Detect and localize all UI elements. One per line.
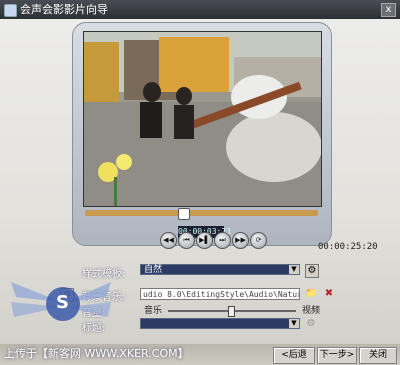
folder-open-icon[interactable]: 📁 — [305, 288, 317, 300]
video-frame-image — [84, 32, 321, 206]
template-select[interactable]: 自然 ▼ — [140, 264, 300, 275]
total-duration: 00:00:25:20 — [318, 242, 378, 252]
app-icon — [4, 4, 17, 17]
rewind-button[interactable]: ◀◀ — [160, 232, 177, 249]
watermark-logo: S — [6, 262, 116, 344]
fast-forward-button[interactable]: ▶▶ — [232, 232, 249, 249]
title-select[interactable]: ▼ — [140, 318, 300, 329]
template-value: 自然 — [144, 265, 163, 275]
title-bar: 会声会影影片向导 x — [0, 0, 400, 19]
volume-video-label: 视频 — [302, 306, 321, 316]
video-preview — [83, 31, 322, 207]
window-title: 会声会影影片向导 — [20, 3, 108, 16]
next-button[interactable]: ⏭ — [214, 232, 231, 249]
back-button[interactable]: <后退 — [273, 347, 315, 364]
close-button[interactable]: 关闭 — [359, 347, 397, 364]
watermark-logo-letter: S — [56, 292, 69, 313]
repeat-button[interactable]: ⟳ — [250, 232, 267, 249]
remove-music-icon[interactable]: ✖ — [323, 288, 335, 300]
timeline-thumb[interactable] — [178, 208, 190, 220]
chevron-down-icon[interactable]: ▼ — [289, 319, 299, 328]
title-settings-icon: ⚙ — [306, 318, 316, 329]
playback-timeline[interactable] — [85, 208, 318, 220]
previous-button[interactable]: ⏮ — [178, 232, 195, 249]
next-step-button[interactable]: 下一步> — [317, 347, 357, 364]
chevron-down-icon[interactable]: ▼ — [289, 265, 299, 274]
template-settings-icon[interactable]: ⚙ — [305, 264, 319, 278]
volume-music-label: 音乐 — [144, 306, 163, 316]
playback-controls: ◀◀ ⏮ ▶▌ ⏭ ▶▶ ⟳ — [150, 232, 267, 252]
volume-slider-thumb[interactable] — [228, 306, 235, 317]
music-path-field[interactable]: udio 8.0\EditingStyle\Audio\Natural.mpa — [140, 288, 300, 300]
close-window-button[interactable]: x — [381, 3, 396, 17]
play-pause-button[interactable]: ▶▌ — [196, 232, 213, 249]
watermark-strip: 上传于【新客网 WWW.XKER.COM】 — [4, 347, 189, 360]
